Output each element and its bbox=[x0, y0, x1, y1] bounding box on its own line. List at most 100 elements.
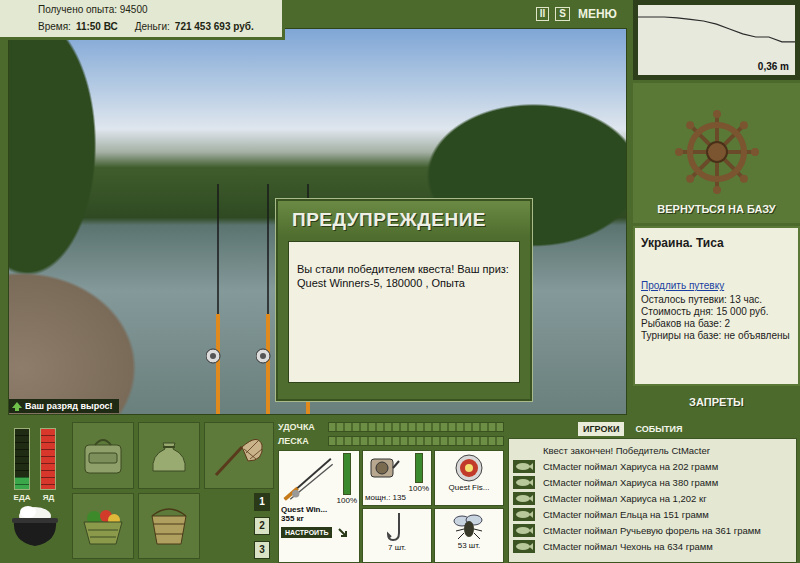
event-text: CtMacter поймал Хариуса на 202 грамм bbox=[543, 461, 718, 472]
side-column: 0,36 m ВЕРНУТЬСЯ НА БАЗУ Украина. Тиса Прод… bbox=[630, 0, 800, 418]
events-area: ИГРОКИ СОБЫТИЯ Квест закончен! Победитель … bbox=[508, 422, 800, 563]
rod-card-top: 100% bbox=[281, 453, 357, 505]
tackle-area: УДОЧКАЛЕСКА100%Quest Win...355 кгНАСТРОИ… bbox=[278, 422, 504, 563]
bait-card[interactable]: 53 шт. bbox=[434, 508, 504, 563]
catch-badge bbox=[513, 492, 535, 505]
event-text: Квест закончен! Победитель CtMacter bbox=[543, 445, 710, 456]
status-header: Получено опыта: 94500Время:11:50 ВСДеньг… bbox=[0, 0, 285, 40]
hook-icon bbox=[385, 511, 409, 543]
rod-condition: 100% bbox=[337, 453, 357, 505]
event-text: CtMacter поймал Хариуса на 1,202 кг bbox=[543, 493, 707, 504]
top-row: Получено опыта: 94500Время:11:50 ВСДеньг… bbox=[0, 0, 800, 418]
event-text: CtMacter поймал Чехонь на 634 грамм bbox=[543, 541, 713, 552]
rod-condition-text: 100% bbox=[337, 496, 357, 505]
rod-name: Quest Win... bbox=[281, 505, 327, 514]
fish-icon bbox=[515, 510, 533, 519]
event-row: Квест закончен! Победитель CtMacter bbox=[513, 443, 792, 458]
bucket-icon bbox=[144, 504, 194, 548]
location-detail: Стоимость дня: 15 000 руб. bbox=[641, 306, 793, 318]
rod-condition-bar bbox=[343, 453, 351, 495]
meter-label: ЕДА bbox=[14, 493, 31, 502]
catch-badge bbox=[513, 508, 535, 521]
events-tab[interactable]: ИГРОКИ bbox=[578, 422, 624, 436]
inventory-pages: 1 2 3 bbox=[204, 493, 274, 560]
reel-condition-text: 100% bbox=[409, 484, 429, 493]
toolbar-button[interactable]: МЕНЮ bbox=[576, 8, 619, 20]
fish-icon bbox=[515, 494, 533, 503]
basket-slot[interactable] bbox=[72, 493, 134, 560]
dialog-message: Вы стали победителем квеста! Ваш приз: Q… bbox=[288, 241, 520, 383]
meter-label: ЯД bbox=[43, 493, 54, 502]
bans-button[interactable]: ЗАПРЕТЫ bbox=[633, 389, 800, 415]
rank-toast: Ваш разряд вырос! bbox=[9, 399, 119, 413]
arrow-icon bbox=[338, 528, 348, 538]
return-base-button[interactable]: ВЕРНУТЬСЯ НА БАЗУ bbox=[633, 83, 800, 223]
bait-count: 53 шт. bbox=[458, 541, 481, 550]
catch-badge bbox=[513, 524, 535, 537]
tension-track bbox=[328, 422, 504, 432]
time-money: Время:11:50 ВСДеньги:721 453 693 руб. bbox=[38, 21, 282, 32]
extend-permit-link[interactable]: Продлить путевку bbox=[641, 280, 793, 291]
event-row: CtMacter поймал Хариуса на 202 грамм bbox=[513, 459, 792, 474]
net-slot[interactable] bbox=[204, 422, 274, 489]
bottom-panel: ЕДАЯД123УДОЧКАЛЕСКА100%Quest Win...355 к… bbox=[0, 418, 800, 563]
game-screen: Получено опыта: 94500Время:11:50 ВСДеньг… bbox=[0, 0, 800, 563]
tension-label: ЛЕСКА bbox=[278, 436, 324, 446]
catch-badge bbox=[513, 540, 535, 553]
event-row: CtMacter поймал Хариуса на 380 грамм bbox=[513, 475, 792, 490]
line-name: Quest Fis... bbox=[449, 483, 490, 492]
sack-slot[interactable] bbox=[138, 422, 200, 489]
fly-bait-icon bbox=[452, 511, 486, 541]
page-button[interactable]: 2 bbox=[254, 517, 270, 535]
hook-card[interactable]: 7 шт. bbox=[362, 508, 432, 563]
catch-badge bbox=[513, 476, 535, 489]
dialog-title: ПРЕДУПРЕЖДЕНИЕ bbox=[278, 201, 530, 237]
money-label: Деньги: bbox=[135, 21, 170, 32]
bans-label: ЗАПРЕТЫ bbox=[689, 396, 744, 408]
event-text: CtMacter поймал Ручьевую форель на 361 г… bbox=[543, 525, 761, 536]
events-tab[interactable]: СОБЫТИЯ bbox=[630, 422, 687, 436]
main-column: Получено опыта: 94500Время:11:50 ВСДеньг… bbox=[0, 0, 630, 418]
tension-row: УДОЧКА bbox=[278, 422, 504, 432]
depth-panel: 0,36 m bbox=[633, 0, 800, 80]
reel-power: мощн.: 135 bbox=[365, 493, 406, 502]
bag-slot[interactable] bbox=[72, 422, 134, 489]
tension-row: ЛЕСКА bbox=[278, 436, 504, 446]
depth-reading: 0,36 m bbox=[758, 61, 789, 72]
toast-text: Ваш разряд вырос! bbox=[25, 401, 113, 411]
arrow-up-icon bbox=[12, 402, 22, 411]
bucket-slot[interactable] bbox=[138, 493, 200, 560]
tension-track bbox=[328, 436, 504, 446]
cauldron-icon[interactable] bbox=[10, 502, 60, 550]
rod-condition-fill bbox=[344, 454, 350, 494]
reel-condition: 100% bbox=[409, 453, 429, 493]
page-button[interactable]: 3 bbox=[254, 541, 270, 559]
location-title: Украина. Тиса bbox=[641, 236, 793, 250]
event-text: CtMacter поймал Хариуса на 380 грамм bbox=[543, 477, 718, 488]
event-row: CtMacter поймал Хариуса на 1,202 кг bbox=[513, 491, 792, 506]
meter-track bbox=[14, 428, 30, 490]
river-scene: ПРЕДУПРЕЖДЕНИЕ Вы стали победителем квест… bbox=[8, 28, 627, 415]
setup-button[interactable]: НАСТРОИТЬ bbox=[281, 527, 332, 538]
return-base-label: ВЕРНУТЬСЯ НА БАЗУ bbox=[657, 203, 775, 215]
toolbar-button[interactable]: II bbox=[536, 7, 550, 21]
depth-chart: 0,36 m bbox=[638, 5, 795, 75]
inventory-grid: 1 2 3 bbox=[72, 422, 274, 563]
money-value: 721 453 693 руб. bbox=[175, 21, 254, 32]
toolbar-button[interactable]: S bbox=[555, 7, 570, 21]
meter-track bbox=[40, 428, 56, 490]
food-basket-icon bbox=[78, 504, 128, 548]
line-card[interactable]: Quest Fis... bbox=[434, 450, 504, 506]
page-button[interactable]: 1 bbox=[254, 493, 270, 511]
event-row: CtMacter поймал Чехонь на 634 грамм bbox=[513, 539, 792, 554]
inventory-area: ЕДА ЯД 1 2 3 bbox=[4, 422, 274, 563]
bag-icon bbox=[79, 433, 127, 477]
reel-icon bbox=[365, 453, 401, 483]
rod-card[interactable]: 100%Quest Win...355 кгНАСТРОИТЬ bbox=[278, 450, 360, 563]
event-row: CtMacter поймал Ручьевую форель на 361 г… bbox=[513, 523, 792, 538]
meter: ЯД bbox=[40, 428, 56, 502]
ship-wheel-icon bbox=[674, 109, 760, 195]
reel-card[interactable]: 100%мощн.: 135 bbox=[362, 450, 432, 506]
rod-icon bbox=[281, 453, 335, 505]
location-detail: Рыбаков на базе: 2 bbox=[641, 318, 793, 330]
